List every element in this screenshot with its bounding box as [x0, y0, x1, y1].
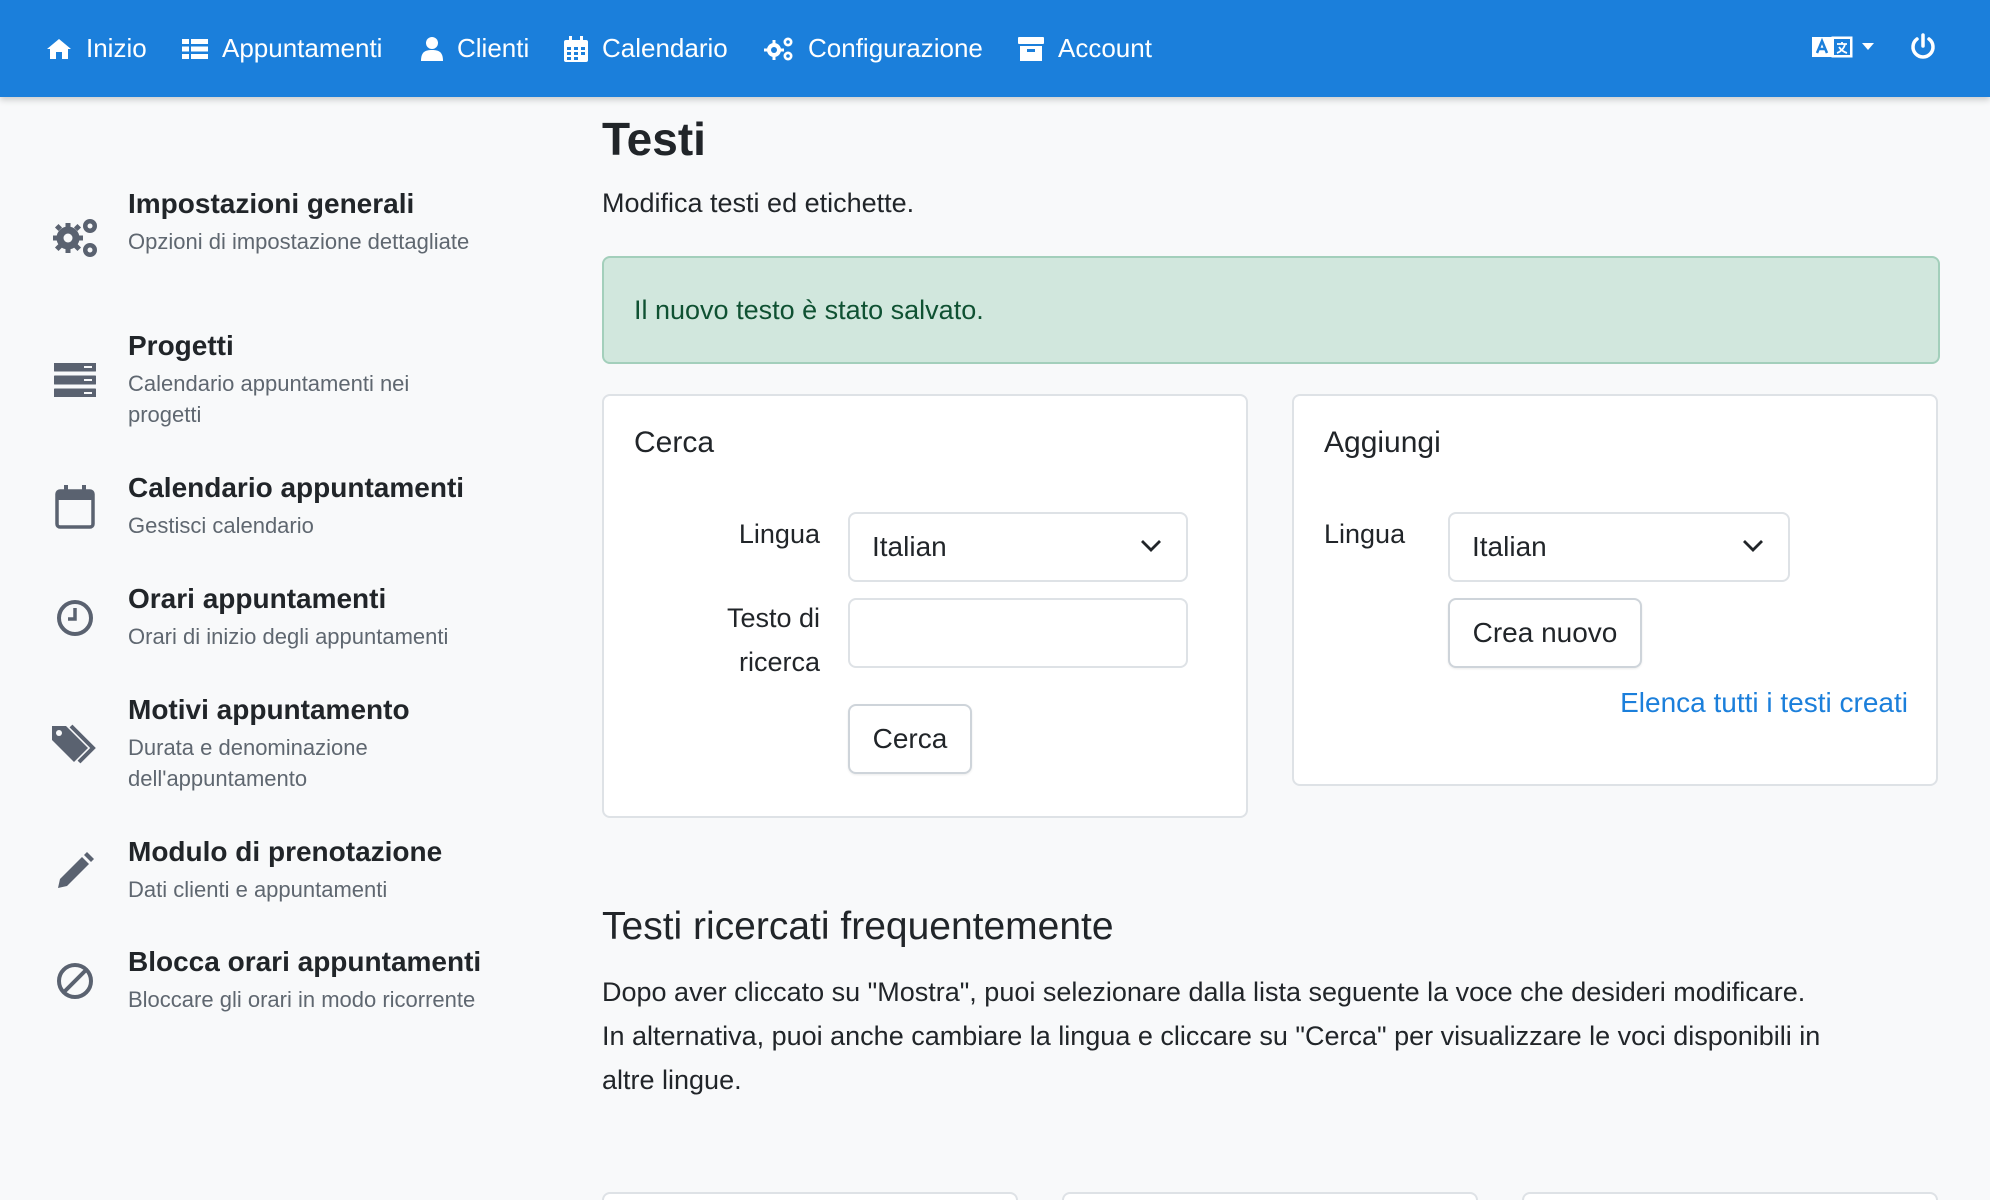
success-alert: Il nuovo testo è stato salvato.	[602, 256, 1940, 364]
nav-item-clienti[interactable]: Clienti	[421, 0, 529, 97]
chevron-down-icon	[1141, 540, 1161, 552]
top-navbar: Inizio Appuntamenti Clienti Calendario C…	[0, 0, 1990, 97]
gears-icon	[764, 37, 793, 60]
create-new-button[interactable]: Crea nuovo	[1448, 598, 1642, 668]
list-icon	[182, 38, 208, 59]
search-text-label-line1: Testo di	[726, 603, 820, 633]
list-all-texts-link[interactable]: Elenca tutti i testi creati	[1620, 687, 1908, 719]
search-button[interactable]: Cerca	[848, 704, 972, 774]
page-subtitle: Modifica testi ed etichette.	[602, 188, 915, 218]
server-icon	[50, 355, 100, 405]
sidebar-item-desc: Opzioni di impostazione dettagliate	[128, 229, 470, 254]
sidebar-item-desc: Gestisci calendario	[128, 513, 314, 538]
sidebar-item-modulo-di-prenotazione[interactable]: Modulo di prenotazione Dati clienti e ap…	[50, 836, 510, 906]
sidebar-item-desc: Bloccare gli orari in modo ricorrente	[128, 987, 476, 1012]
nav-item-configurazione[interactable]: Configurazione	[764, 0, 983, 97]
nav-item-appuntamenti[interactable]: Appuntamenti	[182, 0, 382, 97]
language-icon	[1812, 36, 1853, 58]
nav-item-calendario[interactable]: Calendario	[564, 0, 728, 97]
frequent-texts-heading: Testi ricercati frequentemente	[602, 905, 1114, 948]
sidebar-item-title: Calendario appuntamenti	[128, 472, 465, 503]
sidebar-item-motivi-appuntamento[interactable]: Motivi appuntamento Durata e denominazio…	[50, 694, 510, 794]
nav-item-inizio[interactable]: Inizio	[46, 0, 147, 97]
search-card: Cerca Lingua Italian Testo di ricerca Ce…	[602, 394, 1248, 818]
logout-button[interactable]	[1910, 33, 1936, 66]
sidebar-item-impostazioni-generali[interactable]: Impostazioni generali Opzioni di imposta…	[50, 188, 510, 288]
user-icon	[421, 36, 443, 61]
frequent-text-card[interactable]	[602, 1192, 1018, 1200]
frequent-text-card[interactable]	[1522, 1192, 1938, 1200]
search-card-title: Cerca	[634, 426, 715, 459]
sidebar-item-desc: Durata e denominazione dell'appuntamento	[128, 735, 368, 791]
search-text-label-line2: ricerca	[738, 647, 820, 677]
home-icon	[47, 38, 71, 59]
alert-text: Il nuovo testo è stato salvato.	[634, 294, 984, 325]
sidebar-item-progetti[interactable]: Progetti Calendario appuntamenti nei pro…	[50, 330, 510, 430]
description-line: Dopo aver cliccato su "Mostra", puoi sel…	[602, 977, 1806, 1007]
select-value: Italian	[1472, 531, 1547, 562]
nav-label: Appuntamenti	[222, 33, 383, 63]
description-line: In alternativa, puoi anche cambiare la l…	[602, 1021, 1821, 1051]
sidebar-item-orari-appuntamenti[interactable]: Orari appuntamenti Orari di inizio degli…	[50, 583, 510, 653]
sidebar-item-title: Progetti	[128, 330, 234, 361]
nav-label: Clienti	[457, 33, 530, 63]
add-card-title: Aggiungi	[1324, 426, 1441, 459]
add-card: Aggiungi Lingua Italian Crea nuovo Elenc…	[1292, 394, 1938, 786]
sidebar-item-desc: Orari di inizio degli appuntamenti	[128, 624, 449, 649]
description-line: altre lingue.	[602, 1065, 742, 1095]
caret-down-icon	[1862, 43, 1874, 50]
sidebar-item-title: Impostazioni generali	[128, 188, 415, 219]
search-language-select[interactable]: Italian	[848, 512, 1188, 582]
sidebar-item-title: Motivi appuntamento	[128, 694, 410, 725]
nav-item-account[interactable]: Account	[1018, 0, 1152, 97]
nav-label: Configurazione	[808, 33, 983, 63]
nav-label: Inizio	[86, 33, 147, 63]
pencil-icon	[50, 846, 100, 896]
select-value: Italian	[872, 531, 947, 562]
gears-icon	[50, 213, 100, 263]
chevron-down-icon	[1743, 540, 1763, 552]
power-icon	[1911, 33, 1935, 59]
frequent-text-card[interactable]	[1062, 1192, 1478, 1200]
calendar-icon	[50, 482, 100, 532]
tags-icon	[50, 719, 100, 769]
nav-label: Calendario	[602, 33, 728, 63]
add-language-select[interactable]: Italian	[1448, 512, 1790, 582]
sidebar-item-desc: Calendario appuntamenti nei progetti	[128, 371, 410, 427]
add-language-label: Lingua	[1324, 519, 1406, 549]
search-language-label: Lingua	[738, 519, 820, 549]
sidebar-item-title: Modulo di prenotazione	[128, 836, 443, 867]
clock-icon	[50, 593, 100, 643]
page-title: Testi	[602, 113, 706, 165]
sidebar-item-title: Blocca orari appuntamenti	[128, 946, 482, 977]
search-text-label: Testo di ricerca	[644, 596, 820, 684]
sidebar-item-desc: Dati clienti e appuntamenti	[128, 877, 388, 902]
sidebar-item-calendario-appuntamenti[interactable]: Calendario appuntamenti Gestisci calenda…	[50, 472, 510, 542]
calendar-icon	[564, 35, 588, 62]
sidebar-item-blocca-orari-appuntamenti[interactable]: Blocca orari appuntamenti Bloccare gli o…	[50, 946, 510, 1046]
search-text-input[interactable]	[848, 598, 1188, 668]
nav-label: Account	[1058, 33, 1152, 63]
ban-icon	[50, 956, 100, 1006]
sidebar-item-title: Orari appuntamenti	[128, 583, 387, 614]
frequent-texts-description: Dopo aver cliccato su "Mostra", puoi sel…	[602, 970, 1942, 1102]
archive-icon	[1018, 36, 1044, 61]
language-dropdown[interactable]	[1812, 34, 1874, 60]
